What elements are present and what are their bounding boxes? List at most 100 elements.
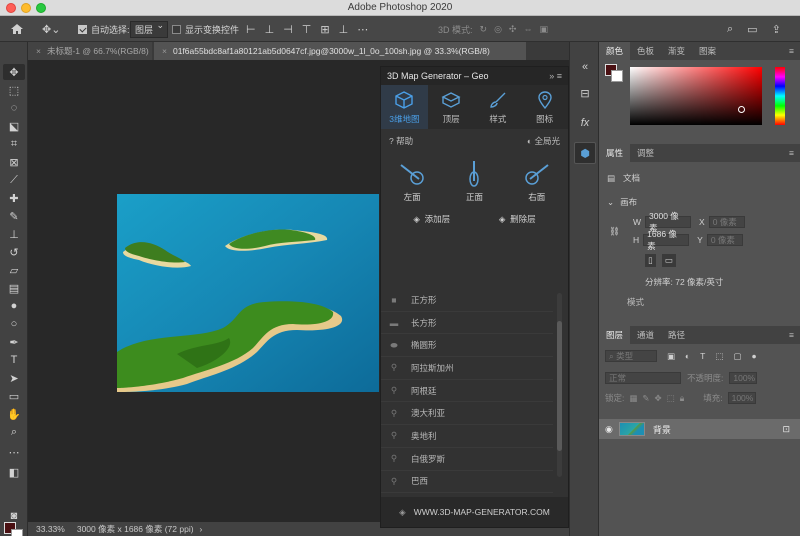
crop-tool-icon[interactable]: ⌗	[3, 136, 25, 152]
global-light-button[interactable]: ◐ 全局光	[527, 135, 560, 147]
rectangle-tool-icon[interactable]: ▭	[3, 388, 25, 404]
tab-layers[interactable]: 图层	[599, 326, 631, 344]
tab-properties[interactable]: 属性	[599, 144, 631, 162]
clone-stamp-tool-icon[interactable]: ⊥	[3, 226, 25, 242]
filter-toggle-icon[interactable]: ●	[751, 351, 756, 361]
orbit-3d-icon[interactable]: ↻	[480, 24, 488, 35]
home-icon[interactable]	[10, 16, 24, 42]
landscape-orientation-icon[interactable]: ▭	[661, 254, 676, 267]
tab-icons[interactable]: 图标	[521, 85, 568, 129]
lock-all-icon[interactable]: 🔒︎	[680, 393, 685, 404]
document-tab[interactable]: × 未标题-1 @ 66.7%(RGB/8)	[28, 42, 152, 60]
width-field[interactable]: 3000 像素	[645, 211, 692, 233]
frame-tool-icon[interactable]: ⊠	[3, 154, 25, 170]
document-tab-active[interactable]: × 01f6a55bdc8af1a80121ab5d0647cf.jpg@300…	[154, 42, 526, 60]
eyedropper-tool-icon[interactable]: ⟋	[3, 172, 25, 188]
history-panel-icon[interactable]: ⊟	[574, 82, 596, 104]
gradient-tool-icon[interactable]: ▤	[3, 280, 25, 296]
canvas-section-toggle[interactable]: ⌄ 画布	[607, 196, 637, 208]
color-background-swatch[interactable]	[611, 70, 623, 82]
tab-paths[interactable]: 路径	[661, 326, 692, 344]
panel-menu-icon[interactable]: ≡	[789, 148, 794, 158]
layer-name[interactable]: 背景	[653, 423, 671, 436]
hue-slider[interactable]	[775, 67, 785, 125]
align-bottom-icon[interactable]: ⊥	[339, 23, 349, 36]
list-item[interactable]: ■ 正方形	[381, 289, 553, 312]
view-right-button[interactable]: 右面	[522, 159, 552, 203]
map-generator-dock-icon[interactable]: ⬢	[574, 142, 596, 164]
list-item[interactable]: ⚲ 阿根廷	[381, 380, 553, 403]
scale-3d-icon[interactable]: ▣	[539, 24, 548, 35]
zoom-level[interactable]: 33.33%	[36, 524, 65, 534]
layer-lock-icon[interactable]: ⊡	[782, 424, 790, 435]
panel-menu-icon[interactable]: » ≡	[549, 71, 562, 81]
align-vcenter-icon[interactable]: ⊞	[320, 23, 329, 36]
list-item[interactable]: ⚲ 阿拉斯加州	[381, 357, 553, 380]
tab-color[interactable]: 颜色	[599, 42, 631, 60]
blur-tool-icon[interactable]: ●	[3, 298, 25, 314]
tab-top-layer[interactable]: 顶层	[428, 85, 475, 129]
document-image[interactable]	[117, 194, 379, 392]
lock-pixels-icon[interactable]: ✎	[642, 393, 649, 404]
tab-swatches[interactable]: 色板	[630, 42, 661, 60]
status-menu-icon[interactable]: ›	[200, 524, 203, 534]
path-select-tool-icon[interactable]: ➤	[3, 370, 25, 386]
align-left-icon[interactable]: ⊢	[246, 23, 256, 36]
color-picker-knob[interactable]	[738, 106, 745, 113]
add-layer-button[interactable]: ◈ 添加层	[413, 213, 450, 225]
lock-artboard-icon[interactable]: ⬚	[667, 393, 675, 404]
opacity-field[interactable]: 100%	[729, 372, 758, 384]
layer-filter-dropdown[interactable]: ⌕ 类型	[605, 350, 657, 362]
tab-gradients[interactable]: 渐变	[661, 42, 692, 60]
list-item[interactable]: ⚲ 巴西	[381, 471, 553, 494]
layer-row[interactable]: ◉ 背景 ⊡	[599, 419, 800, 439]
close-tab-icon[interactable]: ×	[36, 46, 41, 56]
dock-collapse-icon[interactable]: «	[574, 56, 596, 78]
share-icon[interactable]: ⇪	[772, 23, 781, 36]
y-field[interactable]: 0 像素	[706, 234, 743, 246]
search-icon[interactable]: ⌕	[727, 23, 733, 36]
panel-menu-icon[interactable]: ≡	[789, 46, 794, 56]
x-field[interactable]: 0 像素	[708, 216, 745, 228]
list-item[interactable]: ⬬ 椭圆形	[381, 334, 553, 358]
filter-type-icon[interactable]: T	[700, 351, 705, 361]
help-button[interactable]: ? 帮助	[389, 135, 413, 147]
drag-3d-icon[interactable]: ✣	[509, 24, 517, 35]
tab-channels[interactable]: 通道	[630, 326, 661, 344]
history-brush-tool-icon[interactable]: ↺	[3, 244, 25, 260]
hand-tool-icon[interactable]: ✋	[3, 406, 25, 422]
lasso-tool-icon[interactable]: ◌	[3, 100, 25, 116]
align-right-icon[interactable]: ⊣	[283, 23, 293, 36]
height-field[interactable]: 1686 像素	[643, 229, 690, 251]
filter-shape-icon[interactable]: ⬚	[715, 351, 723, 362]
align-top-icon[interactable]: ⊤	[302, 23, 312, 36]
close-tab-icon[interactable]: ×	[162, 46, 167, 56]
type-tool-icon[interactable]: T	[3, 352, 25, 368]
dodge-tool-icon[interactable]: ○	[3, 316, 25, 332]
list-item[interactable]: ⚲ 澳大利亚	[381, 402, 553, 426]
fill-field[interactable]: 100%	[727, 392, 756, 404]
align-hcenter-icon[interactable]: ⊥	[265, 23, 275, 36]
view-left-button[interactable]: 左面	[397, 159, 427, 203]
tab-style[interactable]: 样式	[475, 85, 522, 129]
blend-mode-dropdown[interactable]: 正常	[605, 372, 681, 384]
marquee-tool-icon[interactable]: ⬚	[3, 82, 25, 98]
list-scroll-thumb[interactable]	[557, 321, 562, 451]
website-link[interactable]: WWW.3D-MAP-GENERATOR.COM	[414, 507, 550, 517]
tab-3d-map[interactable]: 3维地图	[381, 85, 428, 129]
more-tools-icon[interactable]: ⋯	[3, 444, 25, 460]
delete-layer-button[interactable]: ◈ 删除层	[499, 213, 536, 225]
eraser-tool-icon[interactable]: ▱	[3, 262, 25, 278]
tab-patterns[interactable]: 图案	[692, 42, 723, 60]
filter-smart-object-icon[interactable]: ▢	[733, 351, 741, 362]
quick-select-tool-icon[interactable]: ⬕	[3, 118, 25, 134]
link-dimensions-icon[interactable]: ⛓	[609, 226, 620, 237]
distribute-icon[interactable]: ⋯	[357, 23, 368, 36]
view-front-button[interactable]: 正面	[459, 159, 489, 203]
default-colors-icon[interactable]: ◧	[3, 464, 25, 480]
move-tool-preset-icon[interactable]: ✥⌄	[42, 16, 60, 42]
eye-visibility-icon[interactable]: ◉	[605, 424, 613, 435]
auto-select-target-dropdown[interactable]: 图层	[130, 20, 169, 38]
show-transform-checkbox[interactable]: 显示变换控件	[172, 16, 239, 42]
brush-tool-icon[interactable]: ✎	[3, 208, 25, 224]
